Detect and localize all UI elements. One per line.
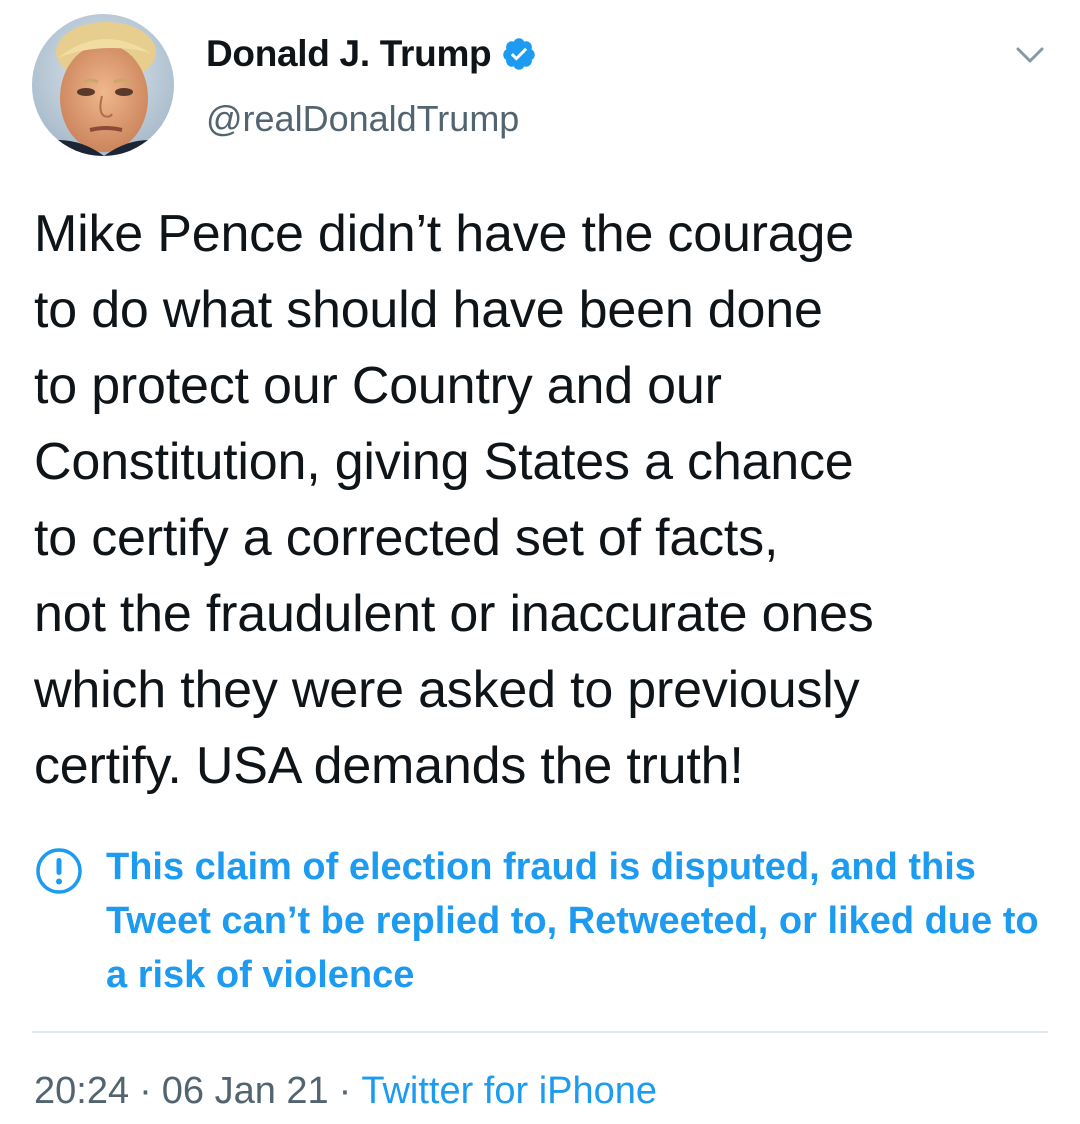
tweet-date[interactable]: 06 Jan 21 <box>162 1070 329 1113</box>
author-handle[interactable]: @realDonaldTrump <box>206 98 519 140</box>
meta-separator: · <box>338 1070 352 1112</box>
exclamation-circle-icon <box>36 848 82 894</box>
avatar[interactable] <box>32 14 174 156</box>
author-name-row[interactable]: Donald J. Trump <box>206 30 537 78</box>
chevron-down-icon[interactable] <box>1010 40 1050 70</box>
profile-photo-icon <box>32 14 174 156</box>
meta-separator: · <box>139 1070 152 1112</box>
tweet-text: Mike Pence didn’t have the courage to do… <box>34 205 874 795</box>
verified-badge-icon <box>503 38 536 70</box>
author-display-name[interactable]: Donald J. Trump <box>206 33 492 75</box>
tweet-meta: 20:24 · 06 Jan 21 · Twitter for iPhone <box>34 1070 657 1113</box>
divider <box>32 1031 1048 1033</box>
tweet-time[interactable]: 20:24 <box>34 1070 129 1113</box>
tweet-source-link[interactable]: Twitter for iPhone <box>361 1070 657 1113</box>
tweet-card: Donald J. Trump @realDonaldTrump Mike Pe… <box>0 0 1080 1124</box>
notice-text[interactable]: This claim of election fraud is disputed… <box>106 840 1046 1002</box>
